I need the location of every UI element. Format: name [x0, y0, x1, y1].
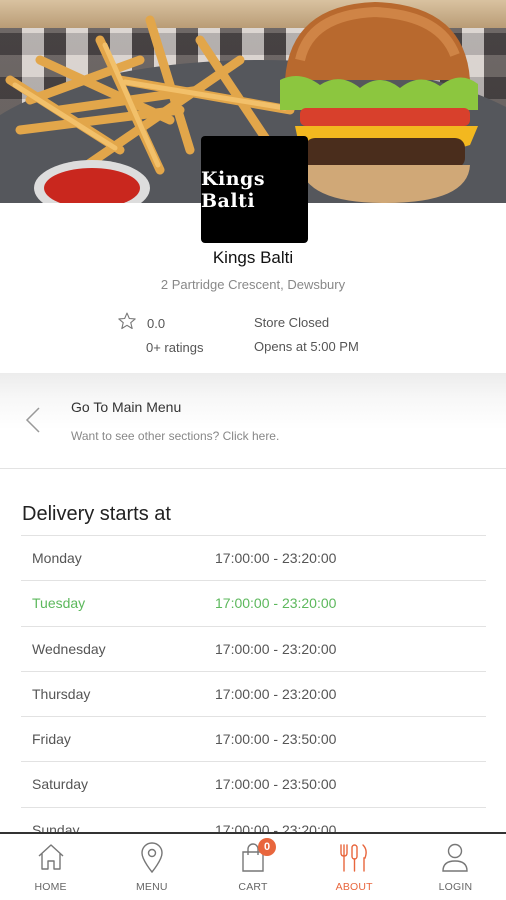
hours-day: Tuesday: [32, 595, 86, 612]
store-address: 2 Partridge Crescent, Dewsbury: [160, 277, 346, 292]
hours-day: Wednesday: [32, 640, 106, 657]
nav-home[interactable]: HOME: [0, 834, 101, 900]
hours-row: Monday 17:00:00 - 23:20:00: [21, 535, 486, 580]
nav-login-label: LOGIN: [438, 881, 473, 893]
hours-row: Saturday 17:00:00 - 23:50:00: [21, 761, 486, 806]
nav-cart-label: CART: [238, 881, 268, 893]
store-status: Store Closed: [254, 315, 330, 330]
cutlery-icon: [340, 844, 368, 872]
hours-time: 17:00:00 - 23:20:00: [215, 595, 337, 612]
user-icon: [442, 843, 469, 872]
delivery-hours-heading: Delivery starts at: [22, 503, 171, 525]
nav-home-label: HOME: [34, 881, 67, 893]
rating-count: 0+ ratings: [146, 340, 204, 355]
store-logo: Kings Balti: [201, 136, 308, 243]
nav-login[interactable]: LOGIN: [405, 834, 506, 900]
hours-time: 17:00:00 - 23:50:00: [215, 776, 337, 793]
delivery-hours-table: Monday 17:00:00 - 23:20:00 Tuesday 17:00:00…: [21, 535, 486, 852]
hours-row: Friday 17:00:00 - 23:50:00: [21, 716, 486, 761]
hours-time: 17:00:00 - 23:20:00: [215, 640, 337, 657]
main-menu-link-subtitle: Want to see other sections? Click here.: [71, 429, 280, 443]
rating-value: 0.0: [147, 316, 166, 331]
hours-row: Tuesday 17:00:00 - 23:20:00: [21, 580, 486, 625]
hours-row: Thursday 17:00:00 - 23:20:00: [21, 670, 486, 716]
home-icon: [38, 844, 64, 870]
main-menu-link-title: Go To Main Menu: [71, 399, 182, 415]
chevron-left-icon: [25, 407, 40, 433]
nav-about[interactable]: ABOUT: [304, 834, 405, 900]
hours-day: Thursday: [32, 685, 91, 702]
hours-day: Friday: [32, 731, 71, 748]
store-opening-time: Opens at 5:00 PM: [254, 339, 359, 354]
store-name: Kings Balti: [212, 248, 294, 267]
hours-day: Saturday: [32, 776, 89, 793]
map-pin-icon: [141, 842, 163, 874]
cart-count-badge: 0: [258, 838, 276, 856]
nav-menu[interactable]: MENU: [101, 834, 202, 900]
hours-row: Wednesday 17:00:00 - 23:20:00: [21, 625, 486, 671]
bottom-navigation: HOME MENU CART ABOUT LOGIN: [0, 832, 506, 900]
hours-time: 17:00:00 - 23:50:00: [215, 731, 337, 748]
hours-day: Monday: [32, 550, 82, 566]
nav-menu-label: MENU: [135, 881, 168, 893]
hours-time: 17:00:00 - 23:20:00: [215, 685, 337, 702]
star-icon: [118, 312, 136, 330]
nav-cart[interactable]: CART: [202, 834, 303, 900]
go-to-main-menu-link[interactable]: Go To Main Menu Want to see other sectio…: [0, 373, 506, 469]
nav-about-label: ABOUT: [335, 881, 373, 893]
hours-time: 17:00:00 - 23:20:00: [215, 550, 337, 566]
store-logo-text: Kings Balti: [201, 167, 266, 212]
